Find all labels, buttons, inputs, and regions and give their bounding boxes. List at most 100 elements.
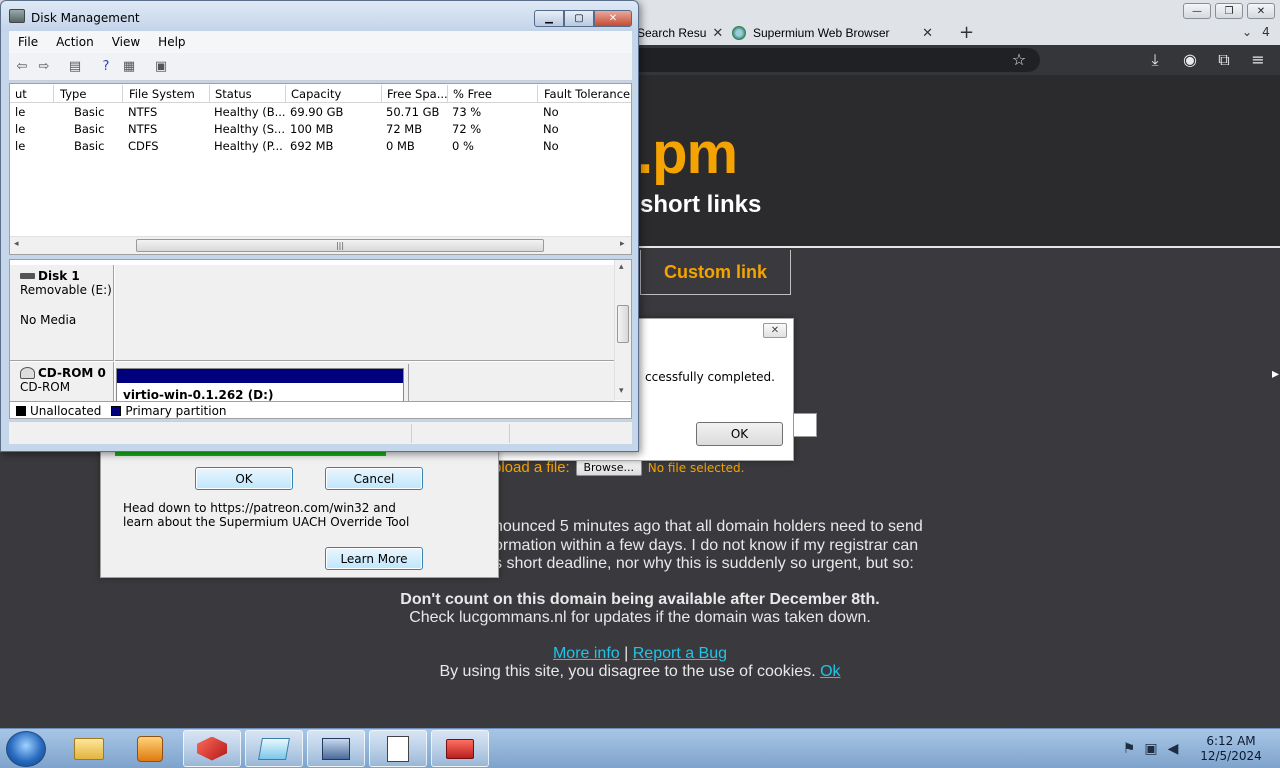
table-row[interactable]: le Basic NTFS Healthy (B... 69.90 GB 50.… [10, 104, 631, 121]
star-icon[interactable]: ☆ [1009, 50, 1029, 70]
disk1-label[interactable]: Disk 1 Removable (E:) No Media [10, 265, 114, 361]
col-capacity[interactable]: Capacity [286, 85, 382, 103]
disk1-area[interactable] [115, 265, 615, 361]
legend-unallocated: Unallocated [30, 403, 102, 418]
app-computer-icon[interactable] [307, 730, 365, 767]
tab-count: 4 [1262, 25, 1270, 39]
maximize-button[interactable]: ▢ [564, 10, 594, 27]
back-icon[interactable]: ⇦ [13, 58, 31, 75]
scroll-thumb[interactable]: ||| [136, 239, 544, 252]
cell-capacity: 69.90 GB [290, 105, 344, 119]
cell-capacity: 692 MB [290, 139, 334, 153]
tab-search-results[interactable]: Search Resu ✕ [637, 20, 723, 45]
browser-maximize-button[interactable]: ❐ [1215, 3, 1243, 19]
table-row[interactable]: le Basic CDFS Healthy (P... 692 MB 0 MB … [10, 138, 631, 155]
new-tab-button[interactable]: + [959, 22, 974, 43]
scroll-thumb[interactable] [617, 305, 629, 343]
cancel-button[interactable]: Cancel [325, 467, 423, 490]
upload-row: pload a file: Browse... No file selected… [493, 459, 744, 476]
app-notepad-icon[interactable] [245, 730, 303, 767]
app-document-icon[interactable] [369, 730, 427, 767]
menu-view[interactable]: View [103, 35, 149, 49]
close-button[interactable]: ✕ [594, 10, 632, 27]
cell-free-space: 50.71 GB [386, 105, 440, 119]
table-row[interactable]: le Basic NTFS Healthy (S... 100 MB 72 MB… [10, 121, 631, 138]
col-file-system[interactable]: File System [124, 85, 210, 103]
browser-minimize-button[interactable]: — [1183, 3, 1211, 19]
console-tree-icon[interactable]: ▤ [66, 58, 84, 75]
scroll-right-icon[interactable]: ▸ [620, 239, 625, 249]
horizontal-scrollbar[interactable]: ◂ ||| ▸ [10, 236, 631, 254]
col-type[interactable]: Type [55, 85, 123, 103]
clock[interactable]: 6:12 AM 12/5/2024 [1196, 734, 1266, 764]
mouse-cursor-icon: ▸ [1272, 366, 1280, 382]
disk1-media: No Media [20, 313, 77, 327]
warning-subtext: Check lucgommans.nl for updates if the d… [409, 609, 871, 626]
link-separator: | [624, 645, 629, 662]
menu-icon[interactable]: ≡ [1248, 50, 1268, 70]
col-layout[interactable]: ut [10, 85, 54, 103]
scroll-up-icon[interactable]: ▴ [619, 262, 624, 272]
browser-close-button[interactable]: ✕ [1247, 3, 1275, 19]
action-center-flag-icon[interactable]: ⚑ [1118, 741, 1140, 757]
vertical-scrollbar[interactable]: ▴ ▾ [614, 260, 631, 400]
help-icon[interactable]: ? [97, 58, 115, 75]
start-button[interactable] [6, 731, 46, 767]
cookie-ok-link[interactable]: Ok [820, 663, 840, 680]
browse-button[interactable]: Browse... [575, 459, 642, 476]
menu-action[interactable]: Action [47, 35, 103, 49]
report-bug-link[interactable]: Report a Bug [633, 645, 727, 662]
status-divider [509, 424, 510, 443]
minimize-button[interactable]: ▁ [534, 10, 564, 27]
resize-grip-icon[interactable] [793, 413, 817, 437]
cell-status: Healthy (B... [214, 105, 286, 119]
more-info-link[interactable]: More info [553, 645, 620, 662]
status-divider [411, 424, 412, 443]
cell-percent-free: 0 % [452, 139, 474, 153]
cell-type: Basic [74, 122, 105, 136]
menu-help[interactable]: Help [149, 35, 194, 49]
col-fault-tolerance[interactable]: Fault Tolerance [539, 85, 631, 103]
volume-muted-icon[interactable]: ◀ [1162, 741, 1184, 757]
alert-ok-button[interactable]: OK [696, 422, 783, 446]
cell-free-space: 0 MB [386, 139, 415, 153]
col-status[interactable]: Status [210, 85, 286, 103]
tab-search-button[interactable]: ⌄ 4 [1242, 25, 1270, 39]
custom-link-tab[interactable]: Custom link [640, 250, 791, 295]
profile-icon[interactable]: ◉ [1180, 50, 1200, 70]
title-bar[interactable]: Disk Management ▁ ▢ ✕ [1, 1, 638, 31]
cookie-notice: By using this site, you disagree to the … [0, 663, 1280, 681]
cdrom-partition[interactable]: virtio-win-0.1.262 (D:) [116, 368, 404, 402]
col-percent-free[interactable]: % Free [448, 85, 538, 103]
dialog-message: Head down to https://patreon.com/win32 a… [123, 501, 410, 529]
scroll-left-icon[interactable]: ◂ [14, 239, 19, 249]
cdrom-icon [20, 367, 35, 379]
menu-file[interactable]: File [9, 35, 47, 49]
col-free-space[interactable]: Free Spa... [382, 85, 448, 103]
disk1-type: Removable (E:) [20, 283, 112, 297]
properties-icon[interactable]: ▦ [120, 58, 138, 75]
media-player-icon[interactable] [121, 730, 179, 767]
disk-management-icon [9, 9, 25, 23]
tab-supermium[interactable]: Supermium Web Browser ✕ [732, 20, 937, 45]
cell-status: Healthy (S... [214, 122, 285, 136]
cdrom0-label[interactable]: CD-ROM 0 CD-ROM [10, 362, 114, 402]
scroll-down-icon[interactable]: ▾ [619, 386, 624, 396]
ok-button[interactable]: OK [195, 467, 293, 490]
legend-primary: Primary partition [125, 403, 227, 418]
learn-more-button[interactable]: Learn More [325, 547, 423, 570]
tab-close-icon[interactable]: ✕ [712, 25, 723, 41]
app-red-icon[interactable] [183, 730, 241, 767]
cell-type: Basic [74, 139, 105, 153]
settings-icon[interactable]: ▣ [152, 58, 170, 75]
explorer-icon[interactable] [60, 730, 118, 767]
download-icon[interactable]: ⤓ [1145, 50, 1165, 70]
network-icon[interactable]: ▣ [1140, 741, 1162, 757]
clock-time: 6:12 AM [1206, 734, 1256, 748]
extensions-icon[interactable]: ⧉ [1214, 50, 1234, 70]
forward-icon[interactable]: ⇨ [35, 58, 53, 75]
tab-close-icon[interactable]: ✕ [922, 25, 933, 41]
alert-close-button[interactable]: ✕ [763, 323, 787, 338]
tab-label: Supermium Web Browser [753, 25, 890, 40]
app-toolbox-icon[interactable] [431, 730, 489, 767]
